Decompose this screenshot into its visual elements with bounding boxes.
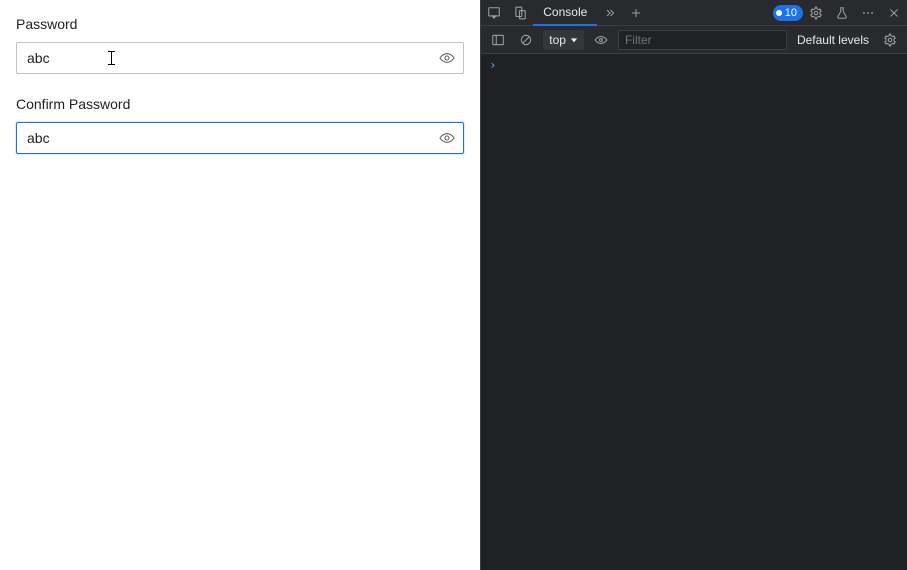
confirm-password-input[interactable]: [16, 122, 464, 154]
execution-context-select[interactable]: top: [543, 30, 584, 50]
no-symbol-icon: [519, 33, 533, 47]
toggle-password-visibility-button[interactable]: [436, 47, 458, 69]
console-settings-button[interactable]: [879, 29, 901, 51]
console-body[interactable]: ›: [481, 54, 907, 570]
new-tab-button[interactable]: [623, 0, 649, 26]
console-filter-input[interactable]: [618, 30, 787, 50]
log-levels-select[interactable]: Default levels: [793, 33, 873, 47]
eye-icon: [439, 130, 455, 146]
form-page: Password Confirm Password: [0, 0, 480, 570]
toggle-confirm-visibility-button[interactable]: [436, 127, 458, 149]
confirm-password-label: Confirm Password: [16, 96, 464, 112]
close-devtools-button[interactable]: [881, 0, 907, 26]
tabs-overflow-button[interactable]: [597, 0, 623, 26]
chevron-double-right-icon: [604, 7, 616, 19]
execution-context-label: top: [549, 33, 566, 47]
eye-icon: [439, 50, 455, 66]
inspect-element-button[interactable]: [481, 0, 507, 26]
issues-badge[interactable]: 10: [773, 5, 803, 21]
tab-console[interactable]: Console: [533, 0, 597, 26]
tab-console-label: Console: [543, 5, 587, 19]
device-toggle-button[interactable]: [507, 0, 533, 26]
devtools-tabbar: Console 10: [481, 0, 907, 26]
settings-button[interactable]: [803, 0, 829, 26]
kebab-icon: [861, 6, 875, 20]
password-group: Password: [16, 16, 464, 74]
console-toolbar: top Default levels: [481, 26, 907, 54]
live-expression-button[interactable]: [590, 29, 612, 51]
console-prompt: ›: [489, 58, 496, 72]
triangle-down-icon: [570, 36, 578, 44]
toggle-sidebar-button[interactable]: [487, 29, 509, 51]
log-levels-label: Default levels: [797, 33, 869, 47]
flask-icon: [835, 6, 849, 20]
gear-icon: [883, 33, 897, 47]
clear-console-button[interactable]: [515, 29, 537, 51]
devtools-panel: Console 10: [480, 0, 907, 570]
plus-icon: [630, 7, 642, 19]
close-icon: [888, 7, 900, 19]
inspect-icon: [487, 6, 501, 20]
more-button[interactable]: [855, 0, 881, 26]
password-input-wrap: [16, 42, 464, 74]
issues-count: 10: [785, 7, 797, 19]
device-icon: [513, 6, 527, 20]
dot-icon: [776, 10, 782, 16]
experiments-button[interactable]: [829, 0, 855, 26]
confirm-password-group: Confirm Password: [16, 96, 464, 154]
gear-icon: [809, 6, 823, 20]
password-label: Password: [16, 16, 464, 32]
eye-icon: [594, 33, 608, 47]
sidebar-icon: [491, 33, 505, 47]
password-input[interactable]: [16, 42, 464, 74]
confirm-password-input-wrap: [16, 122, 464, 154]
